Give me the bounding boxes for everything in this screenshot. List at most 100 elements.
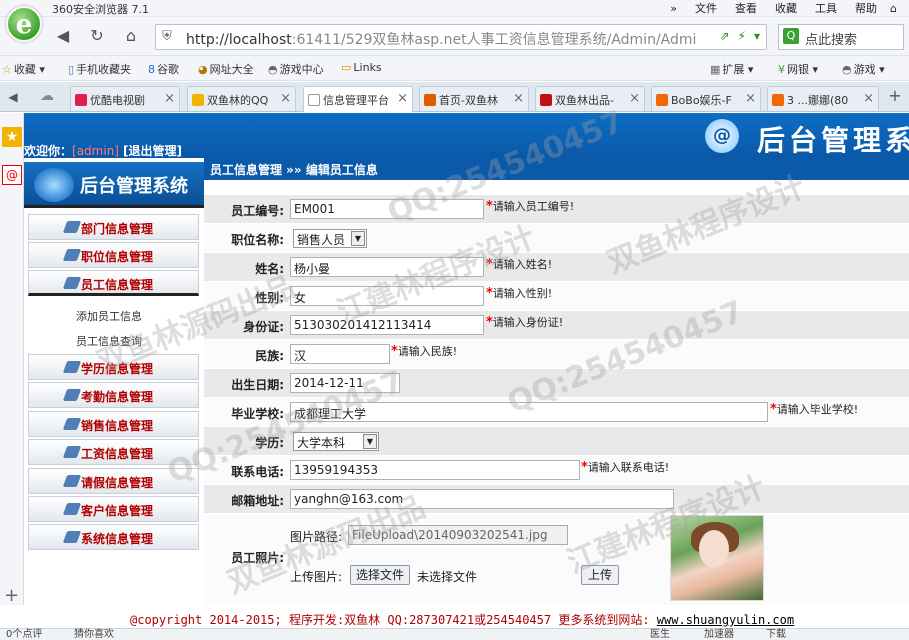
home-icon[interactable]: ⌂	[118, 25, 144, 49]
favorites-star-icon[interactable]: ★	[2, 127, 22, 147]
status-comments[interactable]: 0个点评	[6, 629, 42, 640]
add-icon[interactable]: +	[4, 585, 19, 606]
netbank-button[interactable]: ¥ 网银 ▾	[778, 61, 818, 77]
tab-nana-title: 3 ...娜娜(80	[787, 94, 849, 107]
tab-nana[interactable]: 3 ...娜娜(80 ×	[767, 86, 879, 111]
nation-hint-text: 请输入民族!	[397, 345, 458, 358]
sidebar-item-attendance[interactable]: 考勤信息管理	[28, 382, 199, 408]
upload-button[interactable]: 上传	[581, 565, 619, 585]
status-accelerator[interactable]: 加速器	[704, 629, 734, 640]
row-email: 邮箱地址: yanghn@163.com	[204, 485, 909, 514]
tab-scroll-left-icon[interactable]: ◀	[0, 86, 26, 110]
at-icon[interactable]: @	[2, 165, 22, 185]
bookmark-mobile[interactable]: ▯ 手机收藏夹	[68, 61, 131, 77]
photo-path-field[interactable]: FileUpload\20140903202541.jpg	[348, 525, 568, 545]
education-select[interactable]: 大学本科 ▼	[293, 432, 379, 451]
status-doctor[interactable]: 医生	[650, 629, 670, 640]
sidebar-item-position[interactable]: 职位信息管理	[28, 242, 199, 268]
sidebar-item-department[interactable]: 部门信息管理	[28, 214, 199, 240]
site-icon	[540, 94, 552, 106]
position-select[interactable]: 销售人员 ▼	[293, 229, 367, 248]
bookmark-google[interactable]: 8 谷歌	[148, 61, 179, 77]
close-icon[interactable]: ×	[164, 91, 175, 106]
sidebar-item-label: 请假信息管理	[81, 476, 154, 490]
name-field[interactable]: 杨小曼	[290, 257, 484, 277]
search-icon[interactable]: Q	[783, 28, 799, 44]
choose-file-button[interactable]: 选择文件	[350, 565, 410, 585]
browser-status-bar: 0个点评 猜你喜欢 医生 加速器 下载	[0, 628, 909, 640]
cloud-icon[interactable]: ☁	[34, 85, 60, 109]
name-hint: *请输入姓名!	[486, 256, 552, 272]
page-footer: @copyright 2014-2015; 程序开发:双鱼林 QQ:287307…	[0, 605, 909, 628]
tab-products[interactable]: 双鱼林出品- ×	[535, 86, 645, 111]
emp-no-label: 员工编号:	[231, 204, 284, 218]
welcome-bar: 欢迎你：[admin] [退出管理]	[24, 142, 204, 158]
email-field[interactable]: yanghn@163.com	[290, 489, 674, 509]
sidebar-item-sales[interactable]: 销售信息管理	[28, 411, 199, 437]
url-path: :61411/529双鱼林asp.net人事工资信息管理系统/Admin/Adm…	[291, 32, 697, 48]
new-tab-icon[interactable]: +	[882, 85, 908, 109]
lightning-icon[interactable]: ⚡	[738, 29, 746, 43]
close-icon[interactable]: ×	[280, 91, 291, 106]
share-icon[interactable]: ⇗	[719, 29, 729, 43]
chevron-double-icon[interactable]: »	[661, 2, 686, 15]
employee-photo	[670, 515, 764, 601]
tab-home[interactable]: 首页-双鱼林 ×	[419, 86, 529, 111]
school-field[interactable]: 成都理工大学	[290, 402, 768, 422]
emp-no-field[interactable]: EM001	[290, 199, 484, 219]
menu-file[interactable]: 文件	[686, 0, 726, 16]
chevron-down-icon[interactable]: ▾	[754, 29, 760, 43]
menu-item-icon	[62, 531, 82, 543]
close-icon[interactable]: ×	[745, 91, 756, 106]
sidebar-item-education[interactable]: 学历信息管理	[28, 354, 199, 380]
row-position: 职位名称: 销售人员 ▼	[204, 224, 909, 253]
sidebar-subitem-add-employee[interactable]: 添加员工信息	[76, 308, 142, 324]
sex-field[interactable]: 女	[290, 286, 484, 306]
bookmark-game-center[interactable]: ◓ 游戏中心	[268, 61, 324, 77]
sidebar-item-system[interactable]: 系统信息管理	[28, 524, 199, 550]
bookmark-mobile-label: 手机收藏夹	[76, 63, 132, 76]
birthday-field[interactable]: 2014-12-11	[290, 373, 400, 393]
close-icon[interactable]: ×	[397, 91, 408, 106]
tab-qq[interactable]: 双鱼林的QQ ×	[187, 86, 296, 111]
menu-tools[interactable]: 工具	[806, 0, 846, 16]
sidebar-item-salary[interactable]: 工资信息管理	[28, 439, 199, 465]
close-icon[interactable]: ×	[513, 91, 524, 106]
close-icon[interactable]: ×	[629, 91, 640, 106]
menu-view[interactable]: 查看	[726, 0, 766, 16]
skin-icon[interactable]: ⌂	[886, 2, 901, 15]
sidebar-subitem-query-employee[interactable]: 员工信息查询	[76, 333, 142, 349]
extensions-button[interactable]: ▦ 扩展 ▾	[710, 61, 753, 77]
menu-help[interactable]: 帮助	[846, 0, 886, 16]
menu-favorites[interactable]: 收藏	[766, 0, 806, 16]
refresh-icon[interactable]: ↻	[84, 25, 110, 49]
games-button[interactable]: ◓ 游戏 ▾	[842, 61, 885, 77]
tab-youku-title: 优酷电视剧	[90, 94, 145, 107]
address-bar[interactable]: ⛨ http://localhost:61411/529双鱼林asp.net人事…	[155, 24, 767, 50]
tab-youku[interactable]: 优酷电视剧 ×	[70, 86, 180, 111]
browser-title-bar: 360安全浏览器 7.1 » 文件 查看 收藏 工具 帮助 ⌂	[0, 0, 909, 17]
logout-link[interactable]: [退出管理]	[123, 144, 182, 158]
bookmark-links[interactable]: ▭ Links	[341, 61, 382, 74]
site-link[interactable]: www.shuangyulin.com	[657, 613, 794, 627]
page-icon	[308, 94, 320, 106]
id-card-field[interactable]: 513030201412113414	[290, 315, 484, 335]
bookmark-url-directory[interactable]: ◕ 网址大全	[198, 61, 254, 77]
sidebar-item-leave[interactable]: 请假信息管理	[28, 468, 199, 494]
sidebar: 后台管理系统 部门信息管理 职位信息管理 员工信息管理 添加员工信息 员工信息查…	[24, 158, 204, 605]
tab-bobo[interactable]: BoBo娱乐-F ×	[651, 86, 761, 111]
tab-info-platform[interactable]: 信息管理平台 ×	[303, 86, 413, 112]
close-icon[interactable]: ×	[863, 91, 874, 106]
nation-field[interactable]: 汉	[290, 344, 390, 364]
tab-info-platform-title: 信息管理平台	[323, 94, 389, 107]
status-recommend[interactable]: 猜你喜欢	[74, 629, 114, 640]
status-download[interactable]: 下载	[766, 629, 786, 640]
bookmark-favorites[interactable]: ☆ 收藏 ▾	[2, 61, 45, 77]
address-text[interactable]: http://localhost:61411/529双鱼林asp.net人事工资…	[186, 29, 706, 49]
back-arrow-icon[interactable]: ◀	[50, 25, 76, 49]
no-file-text: 未选择文件	[417, 570, 478, 584]
search-input[interactable]: Q 点此搜索	[778, 24, 904, 50]
phone-field[interactable]: 13959194353	[290, 460, 580, 480]
sidebar-item-customer[interactable]: 客户信息管理	[28, 496, 199, 522]
sidebar-item-employee[interactable]: 员工信息管理	[28, 270, 199, 296]
